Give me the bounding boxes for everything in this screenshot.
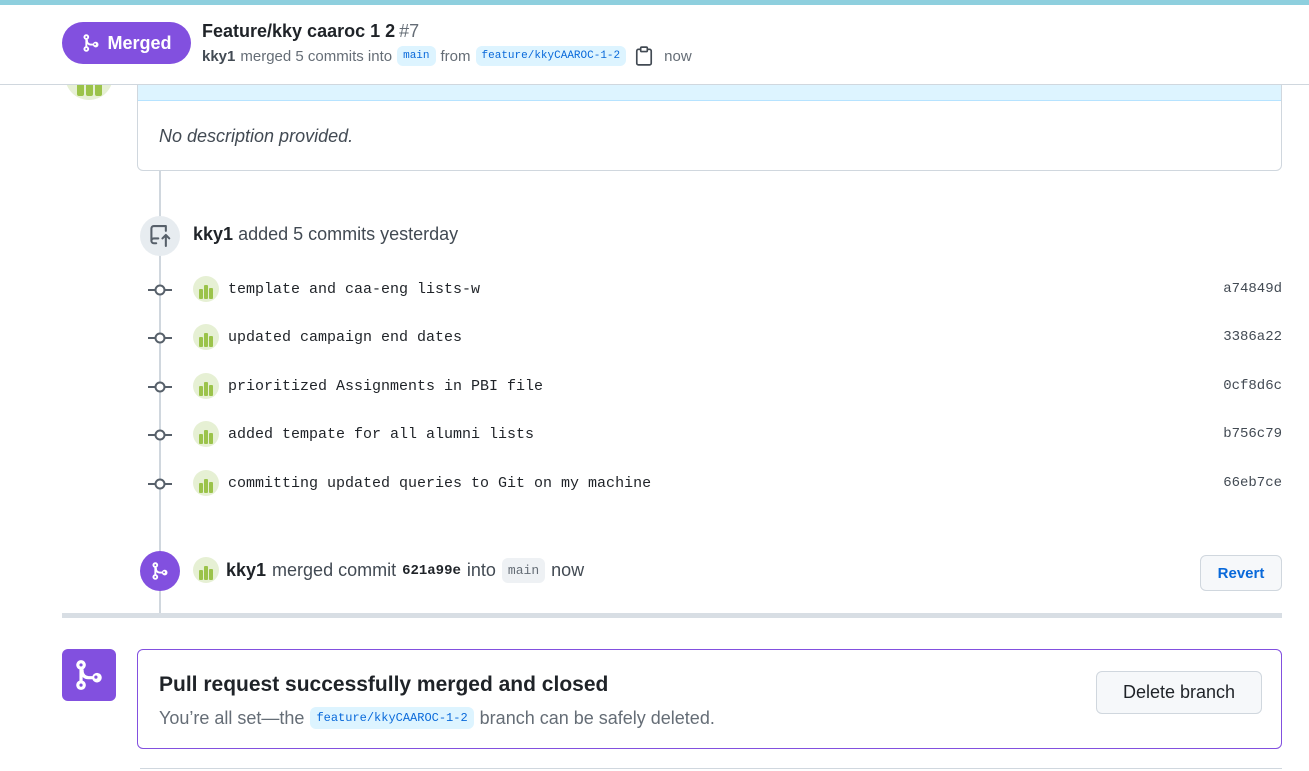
- commit-sha-link[interactable]: b756c79: [1223, 426, 1282, 442]
- git-commit-icon: [148, 332, 172, 344]
- from-text: from: [440, 47, 471, 65]
- description-box: No description provided.: [137, 70, 1282, 171]
- commit-message-link[interactable]: added tempate for all alumni lists: [228, 426, 534, 443]
- commit-row: committing updated queries to Git on my …: [140, 469, 1282, 499]
- avatar[interactable]: [193, 276, 219, 302]
- merged-desc-prefix: You’re all set—the: [159, 707, 305, 728]
- merge-commit-sha-link[interactable]: 621a99e: [402, 563, 461, 579]
- commit-row: updated campaign end dates 3386a22: [140, 323, 1282, 353]
- git-merge-icon: [83, 34, 99, 52]
- merge-time: now: [664, 47, 692, 65]
- git-commit-icon: [148, 381, 172, 393]
- delete-branch-button[interactable]: Delete branch: [1096, 671, 1262, 714]
- author-link[interactable]: kky1: [202, 48, 235, 65]
- merged-text: merged 5 commits into: [240, 47, 393, 65]
- git-merge-icon: [76, 660, 102, 690]
- avatar[interactable]: [193, 470, 219, 496]
- merge-event-description: merged commit: [272, 560, 397, 580]
- repo-push-icon: [140, 216, 180, 256]
- copy-icon[interactable]: [635, 46, 653, 66]
- commit-row: prioritized Assignments in PBI file 0cf8…: [140, 372, 1282, 402]
- revert-button[interactable]: Revert: [1200, 555, 1282, 591]
- merged-desc-suffix: branch can be safely deleted.: [479, 707, 715, 728]
- merged-branch-chip[interactable]: feature/kkyCAAROC-1-2: [310, 707, 474, 729]
- merged-status-box: Pull request successfully merged and clo…: [137, 649, 1282, 749]
- commit-row: added tempate for all alumni lists b756c…: [140, 420, 1282, 450]
- timeline-divider: [62, 613, 1282, 618]
- commit-message-link[interactable]: updated campaign end dates: [228, 329, 462, 346]
- commit-sha-link[interactable]: a74849d: [1223, 281, 1282, 297]
- commit-message-link[interactable]: template and caa-eng lists-w: [228, 281, 480, 298]
- merged-status-icon: [62, 649, 116, 701]
- merge-branch-chip[interactable]: main: [501, 558, 546, 583]
- commit-sha-link[interactable]: 66eb7ce: [1223, 475, 1282, 491]
- merged-status-title: Pull request successfully merged and clo…: [159, 673, 609, 696]
- merge-event-time: now: [551, 560, 585, 580]
- head-branch-chip[interactable]: feature/kkyCAAROC-1-2: [475, 46, 627, 66]
- git-commit-icon: [148, 429, 172, 441]
- avatar[interactable]: [193, 324, 219, 350]
- pr-title-text: Feature/kky caaroc 1 2: [202, 21, 396, 41]
- git-commit-icon: [148, 478, 172, 490]
- commit-sha-link[interactable]: 0cf8d6c: [1223, 378, 1282, 394]
- commit-message-link[interactable]: committing updated queries to Git on my …: [228, 475, 651, 492]
- push-event-user[interactable]: kky1: [193, 224, 233, 244]
- commit-row: template and caa-eng lists-w a74849d: [140, 275, 1282, 305]
- merge-event-user[interactable]: kky1: [226, 560, 266, 581]
- avatar[interactable]: [193, 557, 219, 583]
- git-commit-icon: [148, 284, 172, 296]
- commit-sha-link[interactable]: 3386a22: [1223, 329, 1282, 345]
- pr-merge-summary: kky1 merged 5 commits into main from fea…: [202, 46, 692, 66]
- merged-status-badge: Merged: [62, 22, 191, 64]
- avatar[interactable]: [193, 421, 219, 447]
- pr-title: Feature/kky caaroc 1 2 #7: [202, 21, 419, 42]
- into-text: into: [466, 560, 496, 580]
- description-text: No description provided.: [159, 126, 354, 146]
- pr-number: #7: [399, 21, 420, 41]
- push-event-text: kky1 added 5 commits yesterday: [193, 224, 458, 245]
- merged-status-description: You’re all set—the feature/kkyCAAROC-1-2…: [159, 707, 715, 729]
- git-merge-event-icon: [140, 551, 180, 591]
- push-event-description: added 5 commits yesterday: [238, 224, 459, 244]
- base-branch-chip[interactable]: main: [397, 46, 436, 66]
- merge-event-text: kky1 merged commit 621a99e into main now: [226, 558, 584, 583]
- avatar[interactable]: [193, 373, 219, 399]
- commit-message-link[interactable]: prioritized Assignments in PBI file: [228, 378, 543, 395]
- merged-badge-label: Merged: [107, 32, 172, 53]
- pr-sticky-header: Merged Feature/kky caaroc 1 2 #7 kky1 mer…: [0, 5, 1309, 85]
